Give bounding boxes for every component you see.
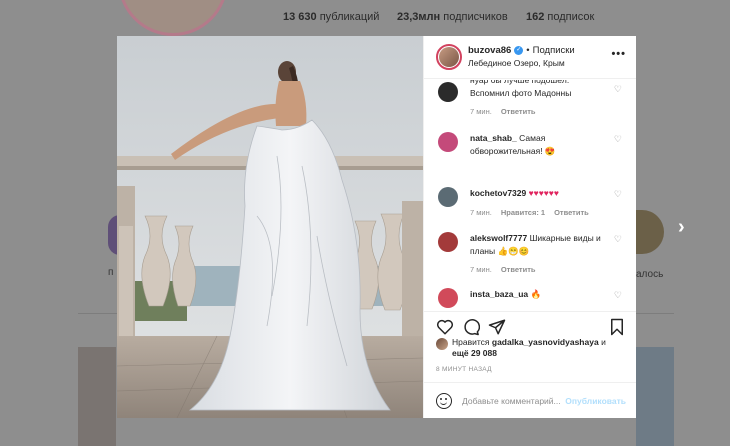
post-image bbox=[117, 36, 423, 418]
comment-like-heart-icon[interactable]: ♡ bbox=[614, 189, 622, 200]
commenter-username[interactable]: kochetov7329 bbox=[470, 188, 526, 198]
like-heart-icon[interactable] bbox=[436, 318, 454, 336]
author-avatar[interactable] bbox=[436, 44, 462, 70]
comment-item: nata_shab_ Самая обворожительная! 😍 ♡ bbox=[436, 132, 626, 157]
author-username[interactable]: buzova86 bbox=[468, 44, 511, 57]
comment-text: alekswolf7777 Шикарные виды и планы 👍😁😊 bbox=[470, 233, 601, 256]
liker-username[interactable]: gadalka_yasnovidyashaya bbox=[492, 337, 599, 347]
comment-likes-count[interactable]: Нравится: 1 bbox=[501, 208, 545, 217]
reply-button[interactable]: Ответить bbox=[554, 208, 589, 217]
comment-item: нуар бы лучше подошёл. Вспомнил фото Мад… bbox=[436, 80, 626, 116]
add-comment-bar: Добавьте комментарий... Опубликовать bbox=[424, 382, 636, 418]
comment-text: kochetov7329 ♥♥♥♥♥♥ bbox=[470, 188, 559, 198]
reply-button[interactable]: Ответить bbox=[501, 107, 536, 116]
comment-meta: 7 мин. Нравится: 1 Ответить bbox=[470, 208, 626, 217]
save-bookmark-icon[interactable] bbox=[608, 318, 626, 336]
reply-button[interactable]: Ответить bbox=[501, 265, 536, 274]
comment-item: kochetov7329 ♥♥♥♥♥♥ 7 мин. Нравится: 1 О… bbox=[436, 187, 626, 217]
comment-like-heart-icon[interactable]: ♡ bbox=[614, 234, 622, 245]
emoji-icon[interactable] bbox=[436, 392, 452, 409]
highlight-label: алось bbox=[636, 269, 664, 280]
comment-time[interactable]: 7 мин. bbox=[470, 208, 492, 217]
grid-post-thumbnail[interactable] bbox=[78, 347, 116, 446]
comment-like-heart-icon[interactable]: ♡ bbox=[614, 134, 622, 145]
followers-count[interactable]: 23,3млн подписчиков bbox=[397, 11, 508, 23]
following-count[interactable]: 162 подписок bbox=[526, 11, 594, 23]
comments-list[interactable]: нуар бы лучше подошёл. Вспомнил фото Мад… bbox=[424, 80, 636, 310]
comment-time[interactable]: 7 мин. bbox=[470, 265, 492, 274]
highlight-label: п bbox=[108, 267, 114, 278]
comment-text: нуар бы лучше подошёл. Вспомнил фото Мад… bbox=[470, 80, 572, 98]
comment-time[interactable]: 7 мин. bbox=[470, 107, 492, 116]
commenter-username[interactable]: insta_baza_ua bbox=[470, 289, 528, 299]
commenter-avatar[interactable] bbox=[438, 288, 458, 308]
following-button[interactable]: Подписки bbox=[533, 44, 575, 57]
post-location[interactable]: Лебединое Озеро, Крым bbox=[468, 57, 575, 70]
likes-count-link[interactable]: ещё 29 088 bbox=[452, 348, 497, 358]
profile-avatar[interactable] bbox=[118, 0, 228, 36]
post-side-panel: buzova86 ✓ • Подписки Лебединое Озеро, К… bbox=[423, 36, 636, 418]
commenter-username[interactable]: nata_shab_ bbox=[470, 133, 517, 143]
comment-item: alekswolf7777 Шикарные виды и планы 👍😁😊 … bbox=[436, 232, 626, 274]
post-modal: buzova86 ✓ • Подписки Лебединое Озеро, К… bbox=[117, 36, 636, 418]
comment-bubble-icon[interactable] bbox=[462, 318, 480, 336]
commenter-avatar[interactable] bbox=[438, 132, 458, 152]
highlight-avatar[interactable] bbox=[636, 210, 664, 254]
comment-text: nata_shab_ Самая обворожительная! 😍 bbox=[470, 133, 556, 156]
comment-like-heart-icon[interactable]: ♡ bbox=[614, 290, 622, 301]
comment-text: insta_baza_ua 🔥 bbox=[470, 289, 542, 299]
post-header: buzova86 ✓ • Подписки Лебединое Озеро, К… bbox=[424, 36, 636, 79]
publish-button[interactable]: Опубликовать bbox=[565, 396, 626, 406]
commenter-avatar[interactable] bbox=[438, 187, 458, 207]
commenter-avatar[interactable] bbox=[438, 82, 458, 102]
comment-input[interactable]: Добавьте комментарий... bbox=[462, 396, 565, 406]
post-time[interactable]: 8 минут назад bbox=[436, 366, 492, 373]
comment-item: insta_baza_ua 🔥 ♡ bbox=[436, 288, 626, 308]
post-photo[interactable] bbox=[117, 36, 423, 418]
separator-dot: • bbox=[526, 45, 530, 56]
comment-meta: 7 мин. Ответить bbox=[470, 107, 626, 116]
commenter-username[interactable]: alekswolf7777 bbox=[470, 233, 527, 243]
share-direct-icon[interactable] bbox=[488, 318, 506, 336]
grid-post-thumbnail[interactable] bbox=[636, 347, 674, 446]
posts-count: 13 630 публикаций bbox=[283, 11, 380, 23]
likes-summary: Нравится gadalka_yasnovidyashaya и ещё 2… bbox=[436, 337, 626, 359]
verified-badge-icon: ✓ bbox=[514, 46, 524, 55]
comment-like-heart-icon[interactable]: ♡ bbox=[614, 84, 622, 95]
comment-meta: 7 мин. Ответить bbox=[470, 265, 626, 274]
commenter-avatar[interactable] bbox=[438, 232, 458, 252]
liker-avatar[interactable] bbox=[436, 338, 448, 350]
next-post-arrow-icon[interactable]: › bbox=[678, 216, 685, 239]
more-options-icon[interactable]: ••• bbox=[611, 48, 626, 60]
